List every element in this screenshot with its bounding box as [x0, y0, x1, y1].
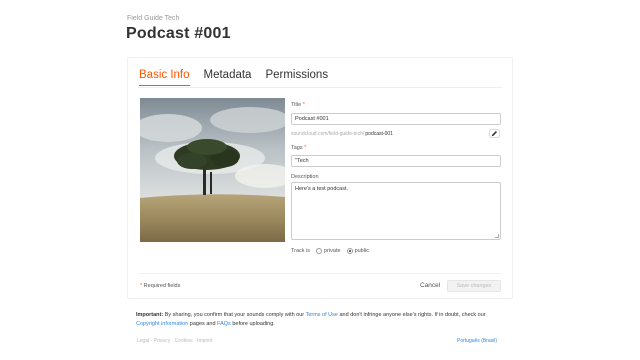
save-button[interactable]: Save changes [447, 280, 501, 292]
privacy-selector: Track is private public [291, 248, 369, 254]
private-label[interactable]: private [324, 248, 341, 254]
panel-footer-divider [138, 273, 502, 274]
tab-basic-info[interactable]: Basic Info [139, 68, 190, 86]
terms-link[interactable]: Terms of Use [306, 312, 338, 318]
track-artwork[interactable] [140, 98, 285, 242]
required-fields-note: * Required fields [140, 283, 181, 289]
footer-link-privacy[interactable]: Privacy [154, 338, 170, 344]
description-textarea[interactable]: Here's a test podcast. [291, 182, 501, 240]
edit-permalink-button[interactable] [489, 129, 500, 138]
language-selector[interactable]: Português (Brasil) [457, 338, 497, 344]
public-label[interactable]: public [355, 248, 369, 254]
title-label: Title * [291, 102, 305, 108]
artwork-image [140, 98, 285, 242]
footer-link-cookies[interactable]: Cookies [175, 338, 193, 344]
account-name[interactable]: Field Guide Tech [127, 15, 179, 22]
tab-metadata[interactable]: Metadata [204, 68, 252, 86]
public-radio[interactable] [346, 248, 353, 254]
page-title: Podcast #001 [126, 25, 231, 42]
track-is-label: Track is [291, 248, 311, 254]
tags-label: Tags * [291, 145, 307, 151]
title-input[interactable]: Podcast #001 [291, 113, 501, 125]
tab-bar: Basic Info Metadata Permissions [139, 68, 328, 86]
permalink: soundcloud.com/field-guide-tech/podcast-… [291, 131, 393, 137]
pencil-icon [491, 130, 498, 137]
faqs-link[interactable]: FAQs [217, 321, 231, 327]
footer-link-imprint[interactable]: Imprint [197, 338, 212, 344]
resize-grip[interactable] [495, 234, 499, 238]
tags-input[interactable]: "Tech [291, 155, 501, 167]
footer-links: Legal · Privacy · Cookies · Imprint [137, 338, 213, 344]
cancel-button[interactable]: Cancel [417, 280, 443, 292]
tab-permissions[interactable]: Permissions [265, 68, 328, 86]
copyright-link[interactable]: Copyright information [136, 321, 188, 327]
tabs-divider [138, 87, 502, 88]
legal-notice: Important: By sharing, you confirm that … [136, 312, 486, 327]
description-text: Here's a test podcast. [295, 186, 349, 192]
description-label: Description [291, 174, 319, 180]
footer-link-legal[interactable]: Legal [137, 338, 149, 344]
private-radio[interactable] [316, 248, 323, 254]
